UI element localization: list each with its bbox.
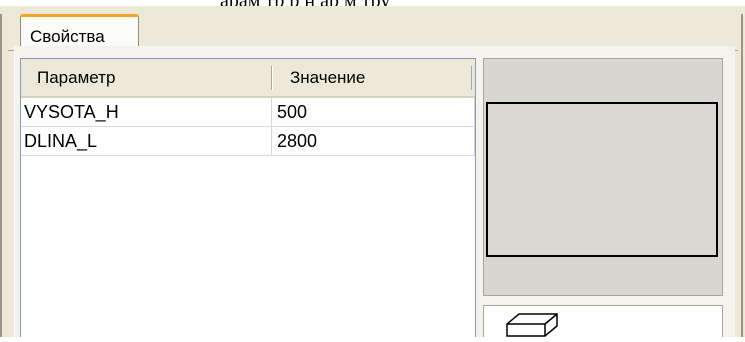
3d-box-icon[interactable] (505, 312, 559, 337)
table-row[interactable]: VYSOTA_H 500 (21, 98, 475, 127)
table-header: Параметр Значение (21, 59, 475, 98)
column-header-parameter[interactable]: Параметр (21, 59, 271, 96)
column-header-value-label: Значение (290, 68, 366, 87)
window-left-border (0, 14, 2, 337)
parameter-value-cell[interactable]: 2800 (272, 127, 475, 156)
parameter-name-cell[interactable]: VYSOTA_H (21, 98, 272, 127)
column-divider-end[interactable] (471, 66, 472, 90)
table-row[interactable]: DLINA_L 2800 (21, 127, 475, 156)
preview-shape-frame (486, 102, 718, 257)
column-header-value[interactable]: Значение (272, 59, 472, 96)
tab-properties-label: Свойства (30, 27, 105, 46)
active-tab-indicator (20, 14, 139, 17)
parameters-table: Параметр Значение VYSOTA_H 500 DLINA_L 2… (20, 58, 476, 337)
parameter-name-cell[interactable]: DLINA_L (21, 127, 272, 156)
window-right-border (741, 14, 743, 337)
parameter-value-cell[interactable]: 500 (272, 98, 475, 127)
column-header-parameter-label: Параметр (37, 68, 116, 87)
